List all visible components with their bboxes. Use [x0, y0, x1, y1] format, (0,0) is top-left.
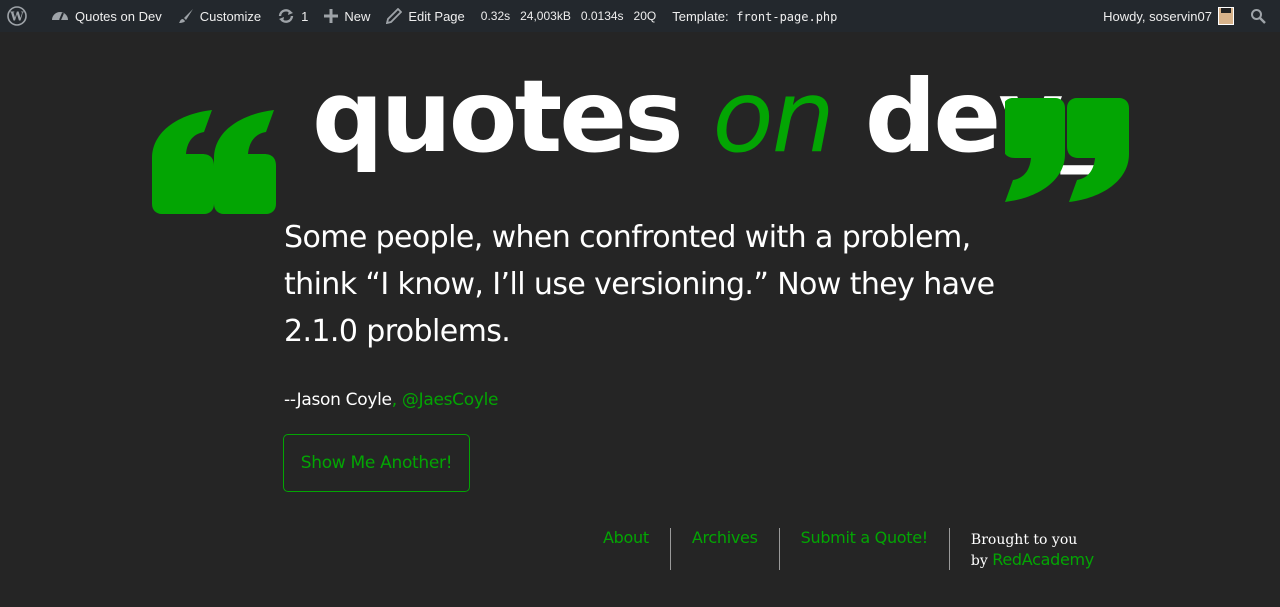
paintbrush-icon: [178, 9, 193, 23]
howdy-label: Howdy, soservin07: [1103, 8, 1212, 24]
perf-query-count: 20Q: [633, 9, 657, 23]
quote-source-link[interactable]: @JaesCoyle: [402, 390, 499, 410]
perf-time: 0.32s: [480, 9, 511, 23]
customize-link[interactable]: Customize: [170, 0, 269, 32]
quote-author: --Jason Coyle: [284, 390, 392, 410]
footer-link-submit[interactable]: Submit a Quote!: [780, 528, 950, 570]
template-label: Template:: [672, 8, 729, 24]
logo-word-on: on: [712, 58, 835, 175]
search-icon: [1251, 9, 1266, 24]
redacademy-link[interactable]: RedAcademy: [992, 550, 1094, 569]
account-menu[interactable]: Howdy, soservin07: [1095, 0, 1242, 32]
wordpress-logo-icon[interactable]: W: [0, 0, 43, 32]
updates-count: 1: [301, 8, 309, 24]
perf-memory: 24,003kB: [520, 9, 571, 23]
template-file: front-page.php: [736, 9, 838, 24]
credit-line: Brought to you: [970, 532, 1078, 548]
quote-separator: ,: [391, 390, 402, 410]
pencil-icon: [386, 8, 403, 24]
close-quote-icon: [1005, 98, 1129, 202]
site-name-label: Quotes on Dev: [75, 8, 162, 24]
show-another-button[interactable]: Show Me Another!: [283, 434, 470, 492]
quote-attribution: --Jason Coyle, @JaesCoyle: [284, 390, 498, 410]
footer-credit: Brought to you by RedAcademy: [950, 528, 1094, 570]
new-label: New: [344, 8, 371, 24]
footer-link-about[interactable]: About: [582, 528, 671, 570]
footer-nav: About Archives Submit a Quote! Brought t…: [582, 528, 1094, 570]
updates-link[interactable]: 1: [269, 0, 316, 32]
customize-label: Customize: [199, 8, 262, 24]
svg-text:W: W: [9, 10, 24, 24]
edit-page-link[interactable]: Edit Page: [378, 0, 472, 32]
quote-text: Some people, when confronted with a prob…: [284, 220, 995, 349]
edit-page-label: Edit Page: [408, 8, 465, 24]
admin-bar: W Quotes on Dev Customize 1 New Edit Pag…: [0, 0, 1280, 32]
footer-link-archives[interactable]: Archives: [671, 528, 780, 570]
avatar: [1218, 7, 1234, 25]
site-logo: quotes on dev_: [150, 62, 1135, 218]
performance-stats: 0.32s 24,003kB 0.0134s 20Q: [473, 9, 664, 23]
perf-query-time: 0.0134s: [580, 9, 624, 23]
logo-word-quotes: quotes: [312, 58, 684, 175]
open-quote-icon: [152, 110, 276, 214]
dashboard-icon: [52, 12, 68, 21]
logo-wordmark[interactable]: quotes on dev_: [312, 62, 1110, 172]
site-name-link[interactable]: Quotes on Dev: [43, 0, 170, 32]
search-button[interactable]: [1242, 0, 1280, 32]
credit-by: by: [970, 553, 988, 569]
template-info[interactable]: Template: front-page.php: [664, 9, 845, 24]
refresh-icon: [278, 9, 294, 23]
plus-icon: [324, 9, 339, 23]
new-content-link[interactable]: New: [316, 0, 378, 32]
